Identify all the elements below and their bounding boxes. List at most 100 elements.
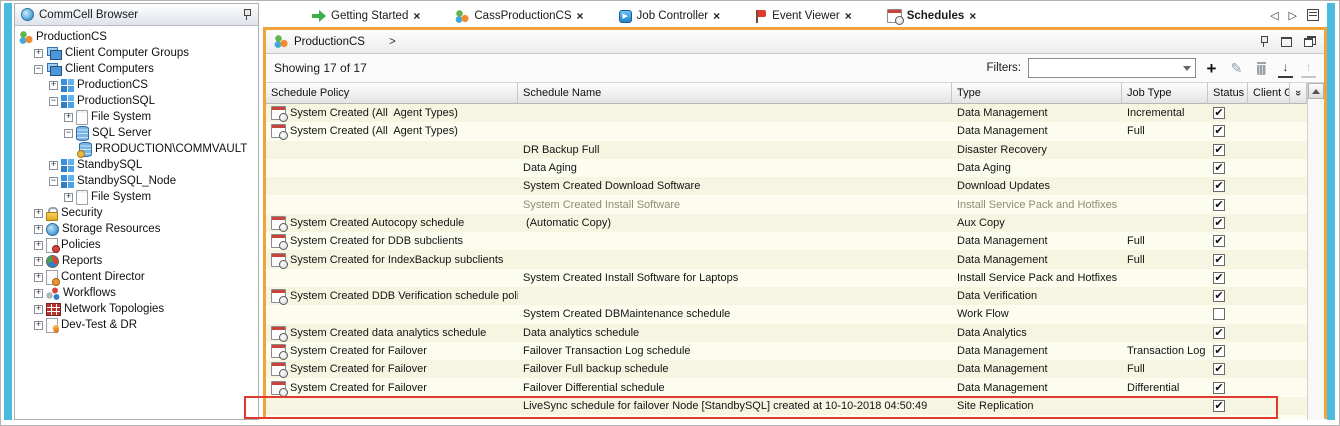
tab-event-viewer[interactable]: Event Viewer× — [742, 5, 868, 27]
status-checkbox[interactable]: ✔ — [1213, 290, 1225, 302]
table-row[interactable]: System Created data analytics scheduleDa… — [266, 324, 1307, 342]
tab-close-icon[interactable]: × — [713, 9, 720, 23]
tree-expander-icon[interactable]: + — [64, 113, 73, 122]
table-row[interactable]: System Created DBMaintenance scheduleWor… — [266, 305, 1307, 323]
status-checkbox[interactable]: ✔ — [1213, 162, 1225, 174]
status-checkbox[interactable]: ✔ — [1213, 235, 1225, 247]
sidebar-item-client-computer-groups[interactable]: +Client Computer Groups — [15, 45, 258, 61]
tree-expander-icon[interactable]: − — [64, 129, 73, 138]
sidebar-item-client-computers[interactable]: −Client Computers — [15, 61, 258, 77]
commcell-browser-titlebar[interactable]: CommCell Browser — [15, 4, 258, 26]
sidebar-item-productioncs[interactable]: +ProductionCS — [15, 77, 258, 93]
sidebar-item-file-system[interactable]: +File System — [15, 109, 258, 125]
tab-close-icon[interactable]: × — [969, 9, 976, 23]
status-checkbox[interactable]: ✔ — [1213, 400, 1225, 412]
tree-expander-icon[interactable]: − — [49, 177, 58, 186]
column-header-schedule-name[interactable]: Schedule Name — [518, 83, 952, 104]
table-row[interactable]: System Created Install Software for Lapt… — [266, 269, 1307, 287]
tree-expander-icon[interactable]: + — [34, 321, 43, 330]
tree-expander-icon[interactable]: + — [34, 273, 43, 282]
table-row[interactable]: System Created for FailoverFailover Diff… — [266, 378, 1307, 396]
tab-job-controller[interactable]: Job Controller× — [606, 5, 737, 27]
tab-list-icon[interactable] — [1307, 9, 1319, 21]
status-checkbox[interactable] — [1213, 308, 1225, 320]
table-row[interactable]: DR Backup FullDisaster Recovery✔ — [266, 141, 1307, 159]
scrollbar-track[interactable] — [1308, 99, 1324, 420]
sidebar-item-policies[interactable]: +Policies — [15, 237, 258, 253]
tree-expander-icon[interactable]: + — [49, 161, 58, 170]
status-checkbox[interactable]: ✔ — [1213, 199, 1225, 211]
sidebar-item-network-topologies[interactable]: +Network Topologies — [15, 301, 258, 317]
sidebar-item-production-commvault[interactable]: PRODUCTION\COMMVAULT — [15, 141, 258, 157]
sidebar-item-productioncs[interactable]: ProductionCS — [15, 29, 258, 45]
tab-getting-started[interactable]: Getting Started× — [299, 5, 436, 27]
status-checkbox[interactable]: ✔ — [1213, 217, 1225, 229]
sidebar-item-content-director[interactable]: +Content Director — [15, 269, 258, 285]
table-row[interactable]: System Created Autocopy schedule (Automa… — [266, 214, 1307, 232]
tree-expander-icon[interactable]: + — [34, 289, 43, 298]
table-row[interactable]: System Created (All Agent Types)Data Man… — [266, 104, 1307, 122]
tab-scroll-left-icon[interactable] — [1270, 6, 1278, 24]
status-checkbox[interactable]: ✔ — [1213, 180, 1225, 192]
breadcrumb[interactable]: ProductionCS — [294, 36, 365, 48]
table-row[interactable]: System Created for FailoverFailover Tran… — [266, 342, 1307, 360]
status-checkbox[interactable]: ✔ — [1213, 107, 1225, 119]
filters-select[interactable] — [1028, 58, 1196, 78]
add-button[interactable] — [1203, 60, 1220, 77]
vertical-scrollbar[interactable] — [1307, 83, 1324, 420]
sidebar-item-standbysql[interactable]: +StandbySQL — [15, 157, 258, 173]
tree-expander-icon[interactable]: + — [34, 225, 43, 234]
table-row[interactable]: System Created for DDB subclientsData Ma… — [266, 232, 1307, 250]
tab-scroll-right-icon[interactable] — [1289, 6, 1297, 24]
tab-schedules[interactable]: Schedules× — [874, 5, 993, 27]
sidebar-item-security[interactable]: +Security — [15, 205, 258, 221]
table-row[interactable]: System Created for IndexBackup subclient… — [266, 250, 1307, 268]
tree-expander-icon[interactable]: + — [49, 81, 58, 90]
sidebar-item-storage-resources[interactable]: +Storage Resources — [15, 221, 258, 237]
status-checkbox[interactable]: ✔ — [1213, 363, 1225, 375]
pin-icon[interactable] — [242, 8, 252, 21]
table-row[interactable]: System Created DDB Verification schedule… — [266, 287, 1307, 305]
column-header-schedule-policy[interactable]: Schedule Policy — [266, 83, 518, 104]
column-header-client-grou[interactable]: Client Grou — [1248, 83, 1290, 104]
status-checkbox[interactable]: ✔ — [1213, 125, 1225, 137]
tree-expander-icon[interactable]: − — [34, 65, 43, 74]
status-checkbox[interactable]: ✔ — [1213, 327, 1225, 339]
tree-expander-icon[interactable]: + — [34, 209, 43, 218]
restore-icon[interactable] — [1304, 36, 1316, 47]
tab-close-icon[interactable]: × — [845, 9, 852, 23]
table-row[interactable]: System Created for FailoverFailover Full… — [266, 360, 1307, 378]
column-header-type[interactable]: Type — [952, 83, 1122, 104]
sidebar-item-file-system[interactable]: +File System — [15, 189, 258, 205]
sidebar-item-standbysql-node[interactable]: −StandbySQL_Node — [15, 173, 258, 189]
download-button[interactable] — [1278, 59, 1293, 78]
tree-expander-icon[interactable]: + — [34, 257, 43, 266]
tree-expander-icon[interactable]: − — [49, 97, 58, 106]
tab-close-icon[interactable]: × — [577, 9, 584, 23]
sidebar-item-sql-server[interactable]: −SQL Server — [15, 125, 258, 141]
status-checkbox[interactable]: ✔ — [1213, 254, 1225, 266]
status-checkbox[interactable]: ✔ — [1213, 382, 1225, 394]
tree-expander-icon[interactable]: + — [34, 241, 43, 250]
scroll-up-button[interactable] — [1308, 83, 1324, 99]
tree-expander-icon[interactable]: + — [34, 305, 43, 314]
tab-close-icon[interactable]: × — [413, 9, 420, 23]
table-row[interactable]: LiveSync schedule for failover Node [Sta… — [266, 397, 1307, 415]
sidebar-item-dev-test-dr[interactable]: +Dev-Test & DR — [15, 317, 258, 333]
tree-expander-icon[interactable]: + — [64, 193, 73, 202]
status-checkbox[interactable]: ✔ — [1213, 345, 1225, 357]
tree-expander-icon[interactable]: + — [34, 49, 43, 58]
pin-icon[interactable] — [1259, 35, 1269, 48]
column-header-job-type[interactable]: Job Type — [1122, 83, 1208, 104]
column-header-status[interactable]: Status — [1208, 83, 1248, 104]
sidebar-item-productionsql[interactable]: −ProductionSQL — [15, 93, 258, 109]
table-row[interactable]: Data AgingData Aging✔ — [266, 159, 1307, 177]
status-checkbox[interactable]: ✔ — [1213, 144, 1225, 156]
table-row[interactable]: System Created (All Agent Types)Data Man… — [266, 122, 1307, 140]
table-row[interactable]: System Created Install SoftwareInstall S… — [266, 195, 1307, 213]
sidebar-item-workflows[interactable]: +Workflows — [15, 285, 258, 301]
status-checkbox[interactable]: ✔ — [1213, 272, 1225, 284]
tab-cassproductioncs[interactable]: CassProductionCS× — [442, 5, 599, 27]
column-chooser-button[interactable]: » — [1290, 83, 1307, 104]
sidebar-item-reports[interactable]: +Reports — [15, 253, 258, 269]
